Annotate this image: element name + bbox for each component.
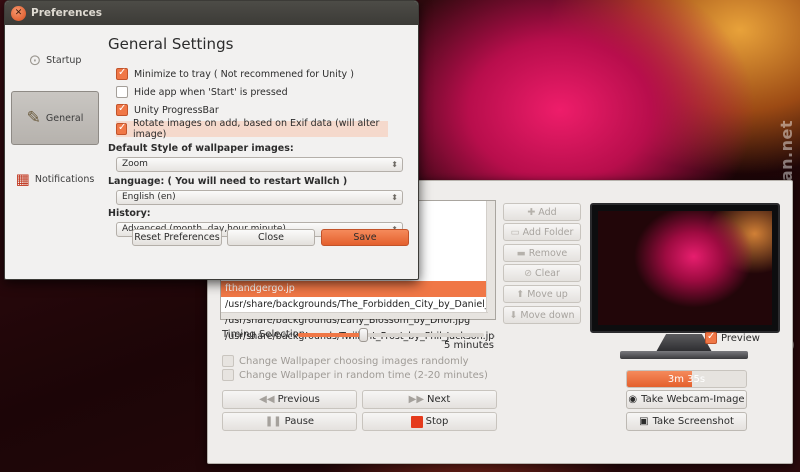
pause-icon: ❚❚ (264, 416, 282, 427)
move-down-button[interactable]: ⬇ Move down (503, 306, 581, 324)
save-button[interactable]: Save (321, 229, 409, 246)
random-images-option[interactable]: Change Wallpaper choosing images randoml… (222, 355, 469, 367)
title-bar: ✕ Preferences (5, 1, 418, 25)
unity-progressbar-option[interactable]: Unity ProgressBar (116, 102, 219, 118)
nav-item-notifications[interactable]: ▦ Notifications (11, 152, 99, 206)
monitor-stand (656, 334, 712, 352)
reset-preferences-button[interactable]: Reset Preferences (132, 229, 222, 246)
clear-button[interactable]: ⊘ Clear (503, 264, 581, 282)
nav-item-startup[interactable]: ⊙ Startup (11, 33, 99, 87)
timing-selection-label: Timing Selection: (222, 329, 309, 340)
startup-icon: ⊙ (28, 51, 42, 69)
next-icon: ▶▶ (408, 394, 425, 405)
timing-slider-handle[interactable] (359, 328, 369, 342)
combo-arrows-icon: ⬍ (391, 160, 398, 169)
take-webcam-image-button[interactable]: ◉ Take Webcam-Image (626, 390, 747, 409)
timing-value: 5 minutes (444, 340, 495, 351)
combo-arrows-icon: ⬍ (391, 193, 398, 202)
style-label: Default Style of wallpaper images: (108, 143, 294, 154)
wallpaper-preview-image (598, 211, 772, 325)
window-title: Preferences (31, 7, 103, 19)
notifications-icon: ▦ (15, 170, 30, 188)
minimize-to-tray-option[interactable]: Minimize to tray ( Not recommened for Un… (116, 66, 354, 82)
rotate-images-option[interactable]: Rotate images on add, based on Exif data… (116, 118, 388, 140)
previous-button[interactable]: ◀◀ Previous (222, 390, 357, 409)
pause-button[interactable]: ❚❚ Pause (222, 412, 357, 431)
general-icon: ✎ (26, 108, 41, 128)
preview-checkbox[interactable] (705, 331, 717, 344)
webcam-icon: ◉ (628, 394, 638, 405)
move-up-button[interactable]: ⬆ Move up (503, 285, 581, 303)
random-time-checkbox[interactable] (222, 369, 234, 381)
next-button[interactable]: ▶▶ Next (362, 390, 497, 409)
previous-icon: ◀◀ (259, 394, 275, 405)
preferences-dialog: ✕ Preferences ⊙ Startup ✎ General ▦ Notific… (4, 0, 419, 280)
clear-icon: ⊘ (524, 267, 533, 279)
minus-icon: ▬ (516, 247, 526, 259)
close-icon: ✕ (14, 8, 23, 18)
add-button[interactable]: ✚ Add (503, 203, 581, 221)
hide-app-checkbox[interactable] (116, 86, 128, 98)
remove-button[interactable]: ▬ Remove (503, 244, 581, 262)
random-time-option[interactable]: Change Wallpaper in random time (2-20 mi… (222, 369, 488, 381)
minimize-to-tray-checkbox[interactable] (116, 67, 128, 80)
nav-item-general[interactable]: ✎ General (11, 91, 99, 145)
unity-progressbar-checkbox[interactable] (116, 103, 128, 116)
folder-icon: ▭ (510, 226, 520, 238)
page-title: General Settings (108, 35, 234, 53)
hide-app-option[interactable]: Hide app when 'Start' is pressed (116, 84, 288, 100)
style-select[interactable]: Zoom ⬍ (116, 157, 403, 172)
monitor-base (620, 351, 748, 359)
file-list-item[interactable]: fthandgergo.jp (221, 281, 495, 297)
close-window-button[interactable]: ✕ (11, 5, 26, 21)
history-label: History: (108, 208, 151, 219)
countdown-label: 3m 35s (667, 374, 706, 385)
countdown-progress-bar: 3m 35s (626, 370, 747, 388)
language-select[interactable]: English (en) ⬍ (116, 190, 403, 205)
file-list-item[interactable]: /usr/share/backgrounds/The_Forbidden_Cit… (221, 297, 495, 313)
arrow-up-icon: ⬆ (516, 288, 525, 300)
timing-slider[interactable] (298, 328, 484, 342)
plus-icon: ✚ (527, 206, 536, 218)
stop-icon (410, 415, 423, 428)
stop-button[interactable]: Stop (362, 412, 497, 431)
arrow-down-icon: ⬇ (509, 309, 518, 321)
wallpaper-preview-monitor (590, 203, 780, 333)
close-button[interactable]: Close (227, 229, 315, 246)
take-screenshot-button[interactable]: ▣ Take Screenshot (626, 412, 747, 431)
file-list-horizontal-scrollbar[interactable] (221, 312, 488, 319)
rotate-images-checkbox[interactable] (116, 122, 128, 135)
timing-slider-fill (298, 333, 364, 337)
add-folder-button[interactable]: ▭ Add Folder (503, 223, 581, 241)
language-label: Language: ( You will need to restart Wal… (108, 176, 348, 187)
random-images-checkbox[interactable] (222, 355, 234, 367)
preview-checkbox-row[interactable]: Preview (705, 331, 760, 344)
screenshot-icon: ▣ (639, 416, 649, 427)
file-list-vertical-scrollbar[interactable] (486, 201, 495, 319)
